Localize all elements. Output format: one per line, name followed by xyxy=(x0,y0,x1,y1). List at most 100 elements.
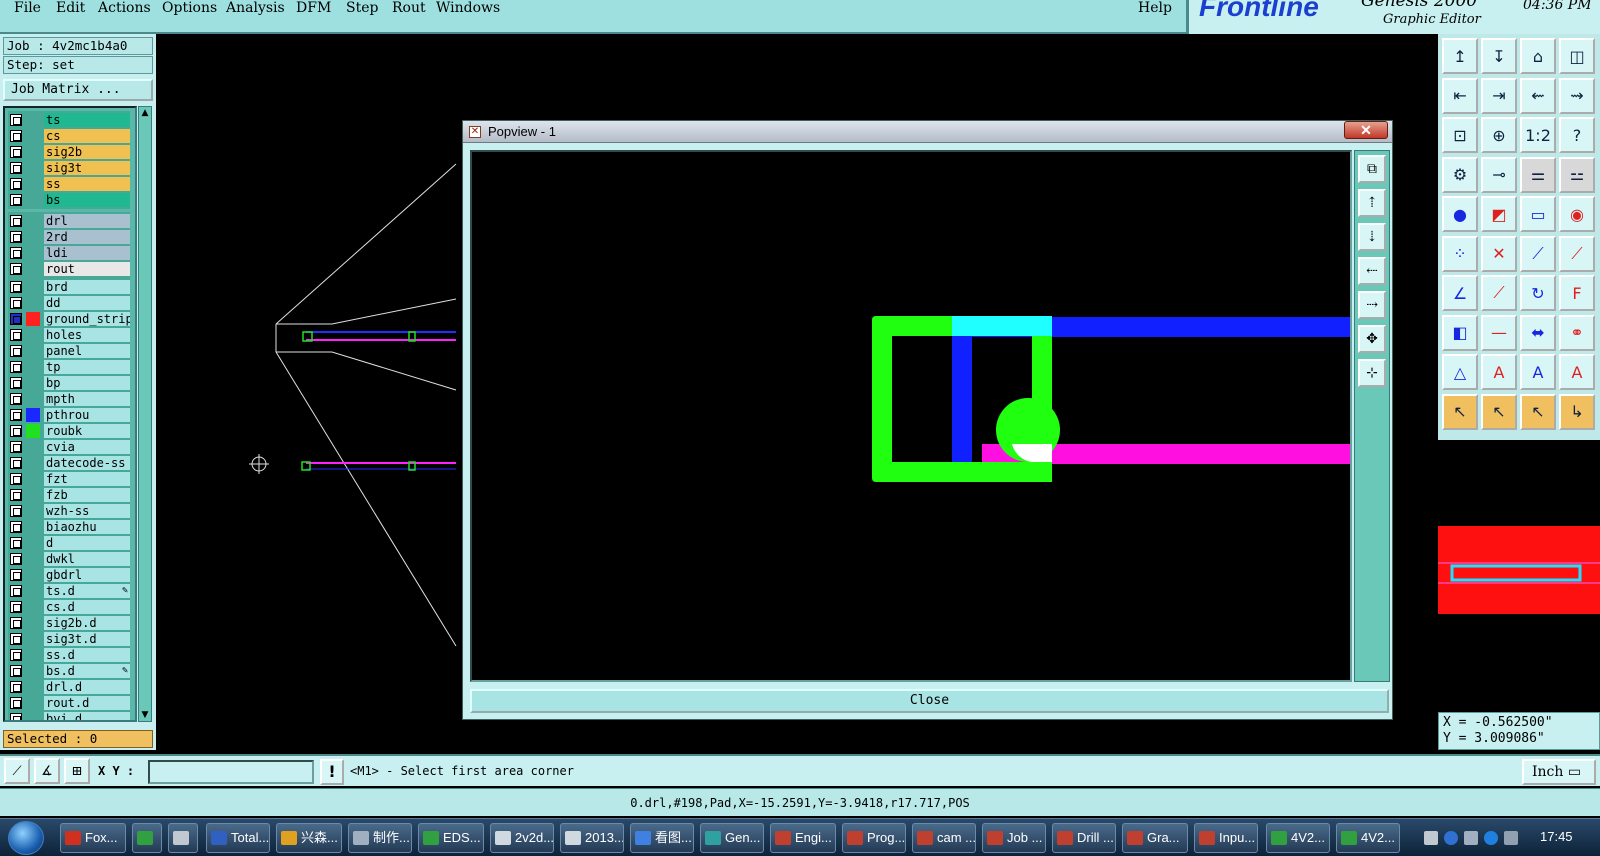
layer-name[interactable]: ss.d xyxy=(44,648,130,662)
features-icon[interactable]: F xyxy=(1559,275,1595,311)
layer-name[interactable]: dwkl xyxy=(44,552,130,566)
layer-scrollbar[interactable]: ▲ ▼ xyxy=(138,106,152,722)
layer-checkbox[interactable] xyxy=(10,114,22,126)
layer-checkbox[interactable] xyxy=(10,178,22,190)
taskbar-button[interactable]: 2013... xyxy=(560,823,624,853)
layer-name[interactable]: datecode-ss xyxy=(44,456,130,470)
layer-row[interactable]: tp xyxy=(8,359,130,375)
route-icon[interactable]: ↳ xyxy=(1559,393,1595,430)
menu-help[interactable]: Help xyxy=(1138,0,1172,16)
save-job-icon[interactable]: ↧ xyxy=(1481,38,1517,74)
layer-row[interactable]: ts.d ✎ xyxy=(8,583,130,599)
layer-row[interactable]: brd xyxy=(8,279,130,295)
fit-icon[interactable]: ✥ xyxy=(1358,325,1386,353)
zoom-window-icon[interactable]: ⧉ xyxy=(1358,155,1386,183)
layer-row[interactable]: roubk xyxy=(8,423,130,439)
layer-row[interactable]: ss.d xyxy=(8,647,130,663)
layer-row[interactable]: rout xyxy=(8,261,130,277)
taskbar-button[interactable]: cam ... xyxy=(912,823,976,853)
open-job-icon[interactable]: ↥ xyxy=(1442,38,1478,74)
network-icon[interactable] xyxy=(1484,831,1498,845)
layer-row[interactable]: mpth xyxy=(8,391,130,407)
layer-row[interactable]: wzh-ss xyxy=(8,503,130,519)
xy-input[interactable] xyxy=(148,760,314,784)
prompt-alert-icon[interactable]: ! xyxy=(320,759,344,785)
layer-checkbox[interactable] xyxy=(10,345,22,357)
delete-icon[interactable]: ✕ xyxy=(1481,235,1517,272)
layer-checkbox[interactable] xyxy=(10,146,22,158)
taskbar-button[interactable]: 4V2... xyxy=(1336,823,1400,853)
layer-checkbox[interactable] xyxy=(10,697,22,709)
layer-name[interactable]: bvi.d xyxy=(44,712,130,720)
redo-icon[interactable]: ⇝ xyxy=(1559,77,1595,114)
layer-checkbox[interactable] xyxy=(10,361,22,373)
layer-row[interactable]: cs xyxy=(8,128,130,144)
measure-icon[interactable]: ▭ xyxy=(1520,196,1556,232)
taskbar-button[interactable]: Drill ... xyxy=(1052,823,1116,853)
layer-name[interactable]: cs.d xyxy=(44,600,130,614)
layer-checkbox[interactable] xyxy=(10,537,22,549)
layer-display-icon[interactable]: ⚍ xyxy=(1559,156,1595,193)
zoom-home-icon[interactable]: ⇡ xyxy=(1358,189,1386,217)
layer-checkbox[interactable] xyxy=(10,489,22,501)
help-icon[interactable]: ? xyxy=(1559,117,1595,153)
layer-checkbox[interactable] xyxy=(10,162,22,174)
layer-row[interactable]: fzt xyxy=(8,471,130,487)
popview-titlebar[interactable]: ✕ Popview - 1 ✕ xyxy=(463,121,1392,143)
select-pad-icon[interactable]: ◧ xyxy=(1442,314,1478,351)
layer-row[interactable]: d xyxy=(8,535,130,551)
layer-name[interactable]: ts xyxy=(44,113,130,127)
layer-row[interactable]: ts xyxy=(8,112,130,128)
layer-row[interactable]: sig2b xyxy=(8,144,130,160)
layer-checkbox[interactable] xyxy=(10,425,22,437)
add-arc-icon[interactable]: ⟋ xyxy=(1559,235,1595,272)
taskbar-button[interactable]: 兴森... xyxy=(276,823,342,853)
menu-step[interactable]: Step xyxy=(346,0,378,16)
layer-display-color[interactable] xyxy=(26,408,40,422)
snap-icon[interactable]: ⟋ xyxy=(4,758,30,784)
connect-icon[interactable]: ⁘ xyxy=(1442,235,1478,272)
units-selector[interactable]: Inch ▭ xyxy=(1522,759,1596,785)
keyboard-icon[interactable] xyxy=(1424,831,1438,845)
taskbar-button[interactable] xyxy=(168,823,198,853)
taskbar-button[interactable] xyxy=(132,823,162,853)
select-icon[interactable]: ↖ xyxy=(1481,393,1517,430)
menu-windows[interactable]: Windows xyxy=(436,0,500,16)
center-icon[interactable]: ⊹ xyxy=(1358,359,1386,387)
layer-name[interactable]: fzt xyxy=(44,472,130,486)
start-button-icon[interactable] xyxy=(8,821,44,855)
layer-checkbox[interactable] xyxy=(10,297,22,309)
layer-name[interactable]: biaozhu xyxy=(44,520,130,534)
layer-row[interactable]: bp xyxy=(8,375,130,391)
layer-checkbox[interactable] xyxy=(10,633,22,645)
layer-name[interactable]: cs xyxy=(44,129,130,143)
attribute-icon[interactable]: ⊸ xyxy=(1481,156,1517,193)
layer-row[interactable]: gbdrl xyxy=(8,567,130,583)
layer-name[interactable]: cvia xyxy=(44,440,130,454)
netlist-icon[interactable]: ⚭ xyxy=(1559,314,1595,351)
mini-map[interactable] xyxy=(1438,442,1600,740)
layer-name[interactable]: wzh-ss xyxy=(44,504,130,518)
layer-name[interactable]: pthrou xyxy=(44,408,130,422)
menu-options[interactable]: Options xyxy=(162,0,217,16)
layer-checkbox[interactable] xyxy=(10,231,22,243)
pan-left-icon[interactable]: ⇤ xyxy=(1442,77,1478,114)
job-matrix-button[interactable]: Job Matrix ... xyxy=(3,79,153,101)
text-move-icon[interactable]: A xyxy=(1559,354,1595,390)
layer-name[interactable]: mpth xyxy=(44,392,130,406)
layer-name[interactable]: sig3t.d xyxy=(44,632,130,646)
snap-pad-icon[interactable]: ◉ xyxy=(1559,196,1595,232)
menu-edit[interactable]: Edit xyxy=(56,0,85,16)
layer-name[interactable]: rout xyxy=(44,262,130,276)
layer-row[interactable]: drl.d xyxy=(8,679,130,695)
taskbar-button[interactable]: Fox... xyxy=(60,823,126,853)
layer-checkbox[interactable] xyxy=(10,377,22,389)
layer-checkbox[interactable] xyxy=(10,521,22,533)
layer-name[interactable]: roubk xyxy=(44,424,130,438)
layer-name[interactable]: sig2b.d xyxy=(44,616,130,630)
volume-icon[interactable] xyxy=(1504,831,1518,845)
taskbar-button[interactable]: Prog... xyxy=(842,823,906,853)
layer-checkbox[interactable] xyxy=(10,457,22,469)
dash-icon[interactable]: — xyxy=(1481,314,1517,351)
layer-name[interactable]: drl xyxy=(44,214,130,228)
